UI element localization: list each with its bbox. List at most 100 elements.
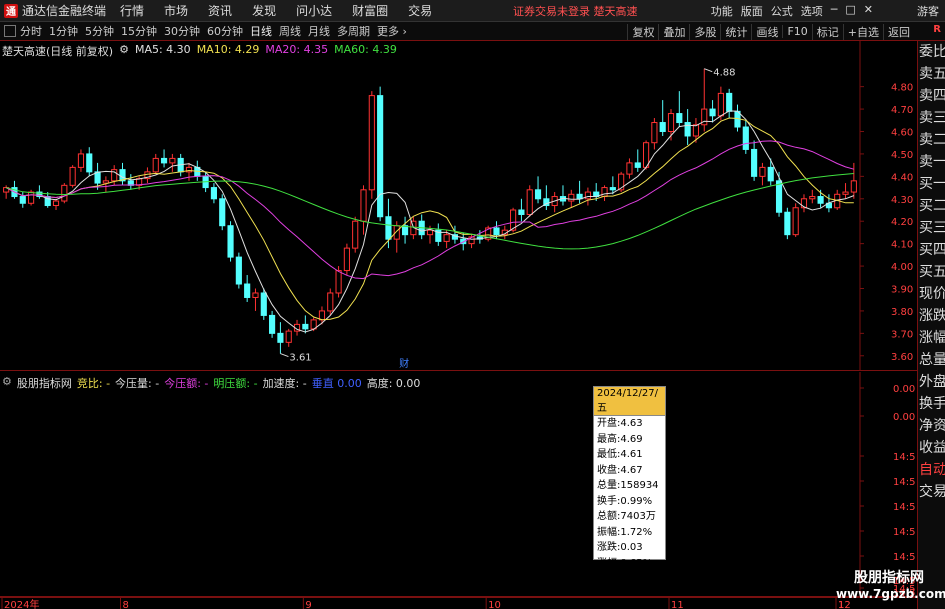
side-bid2[interactable]: 买二 bbox=[918, 195, 945, 217]
tooltip-high: 最高:4.69 bbox=[597, 433, 643, 445]
toolbar-draw-button[interactable]: 画线 bbox=[751, 23, 782, 40]
tab-1min[interactable]: 1分钟 bbox=[49, 23, 78, 39]
main-chart-pane[interactable]: 4.80 4.70 4.60 4.50 4.40 4.30 4.20 4.10 4.00 3.90… bbox=[0, 41, 917, 371]
menu-item-ask[interactable]: 问小达 bbox=[296, 2, 332, 19]
menu-function[interactable]: 功能 bbox=[711, 3, 733, 19]
chevron-right-icon: › bbox=[402, 25, 407, 38]
tab-5min[interactable]: 5分钟 bbox=[85, 23, 114, 39]
settings-icon[interactable]: ⚙ bbox=[119, 43, 129, 59]
menu-item-wealth[interactable]: 财富圈 bbox=[352, 2, 388, 19]
toolbar-adjust-button[interactable]: 复权 bbox=[627, 23, 658, 40]
minimize-icon[interactable]: ─ bbox=[831, 3, 838, 19]
side-bid1[interactable]: 买一 bbox=[918, 173, 945, 195]
side-ask2[interactable]: 卖二 bbox=[918, 129, 945, 151]
maximize-icon[interactable]: □ bbox=[845, 3, 855, 19]
side-ask5[interactable]: 卖五 bbox=[918, 63, 945, 85]
menu-item-trade[interactable]: 交易 bbox=[408, 2, 432, 19]
toolbar-mark-button[interactable]: 标记 bbox=[811, 23, 843, 40]
side-price[interactable]: 现价 bbox=[918, 283, 945, 305]
right-menu: 功能 版面 公式 选项 ─ □ ✕ bbox=[711, 3, 873, 19]
candle-body bbox=[659, 122, 666, 133]
y-tick-label: 4.40 bbox=[891, 172, 913, 183]
tab-monthly[interactable]: 月线 bbox=[308, 23, 330, 39]
side-volume[interactable]: 总量 bbox=[918, 349, 945, 371]
toolbar-stats-button[interactable]: 统计 bbox=[720, 23, 751, 40]
candle-body bbox=[634, 162, 641, 168]
menu-item-quotes[interactable]: 行情 bbox=[120, 2, 144, 19]
toolbar-add-watchlist-button[interactable]: +自选 bbox=[842, 23, 883, 40]
y-tick-label: 4.80 bbox=[891, 83, 913, 94]
toolbar-f10-button[interactable]: F10 bbox=[782, 25, 811, 38]
candlestick-chart[interactable]: 4.80 4.70 4.60 4.50 4.40 4.30 4.20 4.10 4.00 3.90… bbox=[0, 41, 917, 371]
indicator-press-amount: 今压额: - bbox=[164, 377, 209, 390]
y-tick-label: 3.90 bbox=[891, 285, 913, 296]
menu-options[interactable]: 选项 bbox=[801, 3, 823, 19]
sub-tick-label: 14:5 bbox=[893, 452, 915, 463]
side-ask4[interactable]: 卖四 bbox=[918, 85, 945, 107]
menu-item-market[interactable]: 市场 bbox=[164, 2, 188, 19]
side-bid4[interactable]: 买四 bbox=[918, 239, 945, 261]
candle-body bbox=[684, 122, 691, 137]
side-ask1[interactable]: 卖一 bbox=[918, 151, 945, 173]
side-bid5[interactable]: 买五 bbox=[918, 261, 945, 283]
indicator-chart[interactable]: 0.000.0014:514:514:514:514:514:514:514:5 bbox=[0, 372, 917, 597]
ma5-label: MA5: 4.30 bbox=[134, 43, 191, 56]
tab-weekly[interactable]: 周线 bbox=[279, 23, 301, 39]
side-change[interactable]: 涨跌 bbox=[918, 305, 945, 327]
side-bid3[interactable]: 买三 bbox=[918, 217, 945, 239]
tab-intraday[interactable]: 分时 bbox=[20, 23, 42, 39]
panel-toggle-icon[interactable] bbox=[4, 25, 16, 37]
period-tab-bar: 分时 1分钟 5分钟 15分钟 30分钟 60分钟 日线 周线 月线 多周期 更… bbox=[0, 22, 945, 41]
side-commission-ratio[interactable]: 委比 bbox=[918, 41, 945, 63]
side-outer-volume[interactable]: 外盘 bbox=[918, 371, 945, 393]
date-axis: 2024年 8 9 10 11 12 1 bbox=[0, 597, 917, 609]
tab-multi-period[interactable]: 多周期 bbox=[337, 23, 370, 39]
menu-item-discover[interactable]: 发现 bbox=[252, 2, 276, 19]
candle-body bbox=[327, 292, 334, 312]
ma5-line bbox=[5, 110, 854, 333]
chart-toolbar: 复权 叠加 多股 统计 画线 F10 标记 +自选 返回 bbox=[627, 22, 914, 41]
candle-body bbox=[709, 108, 716, 117]
indicator-pane[interactable]: 0.00 0.00 14:5 14:5 14:5 14:5 14:5 14:5 14:5 14:5 bbox=[0, 372, 917, 597]
tab-more[interactable]: 更多 › bbox=[377, 23, 407, 39]
date-tick-label: 10 bbox=[488, 600, 501, 609]
tab-60min[interactable]: 60分钟 bbox=[207, 23, 243, 39]
toolbar-back-button[interactable]: 返回 bbox=[883, 23, 914, 40]
candle-body bbox=[493, 227, 500, 236]
menu-layout[interactable]: 版面 bbox=[741, 3, 763, 19]
candle-body bbox=[377, 95, 384, 218]
settings-icon[interactable]: ⚙ bbox=[2, 375, 12, 391]
y-tick-label: 4.00 bbox=[891, 262, 913, 273]
tab-daily[interactable]: 日线 bbox=[250, 23, 272, 39]
tab-30min[interactable]: 30分钟 bbox=[164, 23, 200, 39]
side-auto[interactable]: 自动 bbox=[918, 459, 945, 481]
close-icon[interactable]: ✕ bbox=[864, 3, 873, 19]
indicator-next-press-amount: 明压额: - bbox=[213, 377, 258, 390]
side-ask3[interactable]: 卖三 bbox=[918, 107, 945, 129]
date-tick-label: 8 bbox=[123, 600, 129, 609]
ma60-label: MA60: 4.39 bbox=[334, 43, 397, 56]
side-trade[interactable]: 交易 bbox=[918, 481, 945, 503]
candle-body bbox=[360, 189, 367, 222]
trade-login-notice[interactable]: 证券交易未登录 楚天高速 bbox=[513, 3, 638, 19]
menu-formula[interactable]: 公式 bbox=[771, 3, 793, 19]
candle-body bbox=[601, 187, 608, 198]
menu-bar: 通 通达信金融终端 行情 市场 资讯 发现 问小达 财富圈 交易 证券交易未登录… bbox=[0, 0, 945, 22]
side-earnings[interactable]: 收益 bbox=[918, 437, 945, 459]
tab-15min[interactable]: 15分钟 bbox=[121, 23, 157, 39]
indicator-height: 高度: 0.00 bbox=[366, 377, 421, 390]
tooltip-date: 2024/12/27/五 bbox=[594, 387, 665, 416]
toolbar-multistock-button[interactable]: 多股 bbox=[689, 23, 720, 40]
side-change-pct[interactable]: 涨幅 bbox=[918, 327, 945, 349]
high-marker-line bbox=[704, 68, 713, 73]
tab-more-label: 更多 bbox=[377, 25, 399, 38]
stock-title: 楚天高速(日线 前复权) bbox=[2, 45, 114, 58]
side-net-assets[interactable]: 净资 bbox=[918, 415, 945, 437]
menu-item-news[interactable]: 资讯 bbox=[208, 2, 232, 19]
side-turnover[interactable]: 换手 bbox=[918, 393, 945, 415]
app-logo-icon: 通 bbox=[4, 3, 18, 18]
tooltip-amount: 总额:7403万 bbox=[597, 511, 656, 522]
tooltip-change: 涨跌:0.03 bbox=[597, 542, 643, 553]
guest-user[interactable]: 游客 bbox=[917, 3, 939, 19]
toolbar-overlay-button[interactable]: 叠加 bbox=[658, 23, 689, 40]
